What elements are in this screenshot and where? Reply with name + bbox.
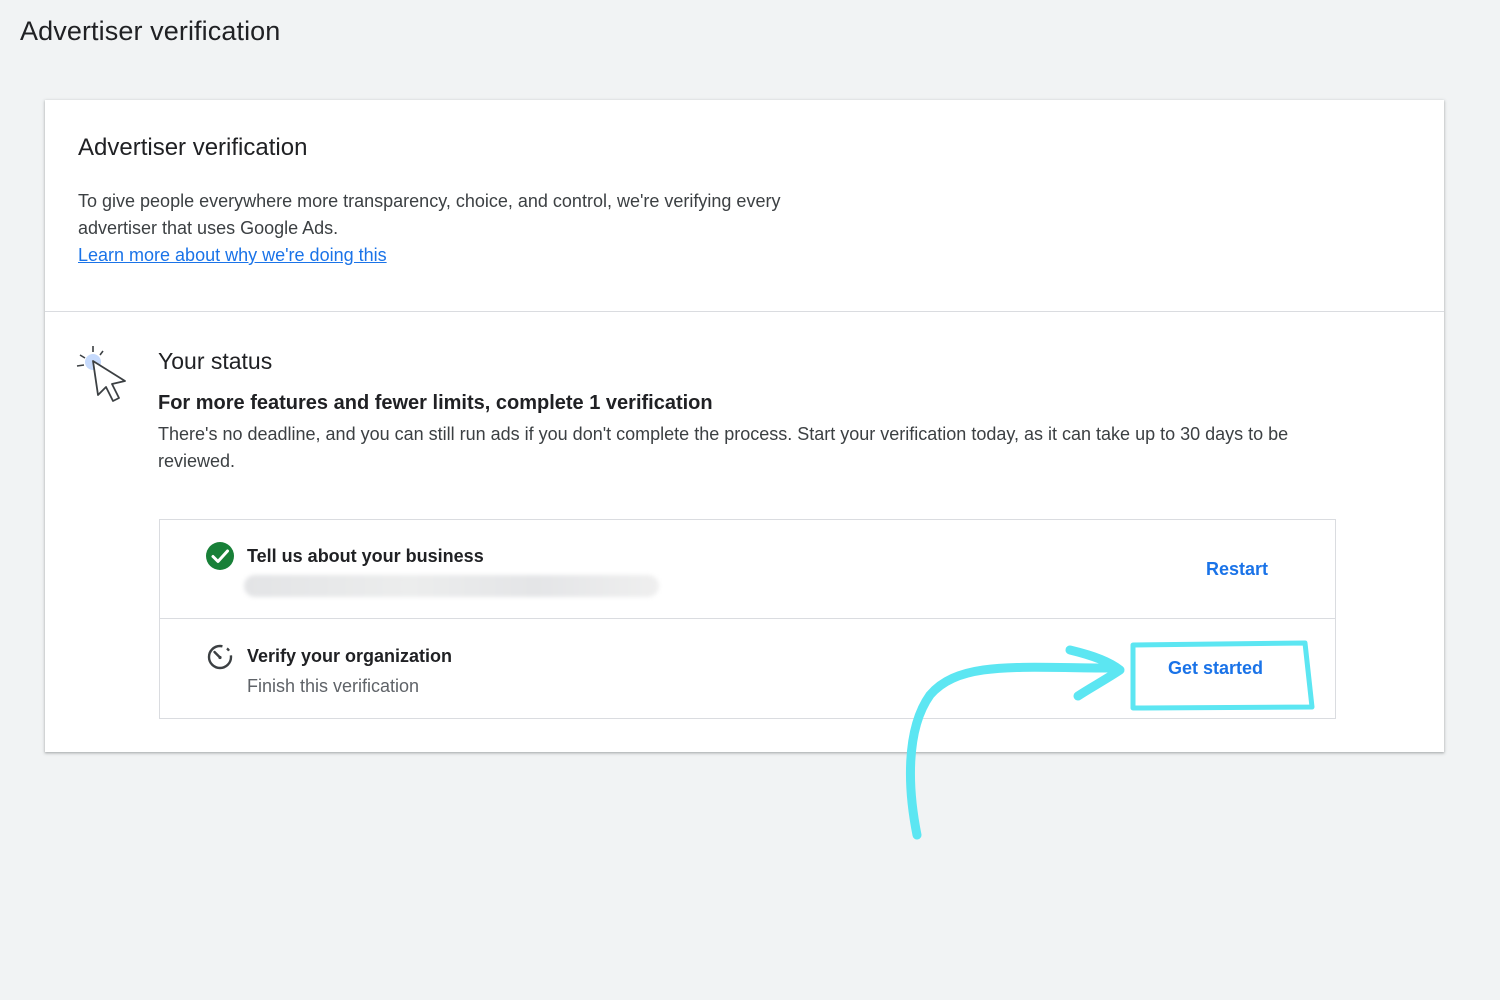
step-verify-organization: Verify your organization Finish this ver…: [160, 620, 1335, 719]
step-business-info: Tell us about your business Restart: [160, 520, 1335, 619]
blurred-business-detail: [244, 575, 659, 597]
step-subtitle: Finish this verification: [247, 676, 420, 696]
get-started-button[interactable]: Get started: [1168, 658, 1263, 679]
status-description: There's no deadline, and you can still r…: [158, 424, 1289, 471]
status-headline: For more features and fewer limits, comp…: [158, 392, 713, 414]
check-circle-icon: [206, 542, 234, 570]
cursor-click-icon: [76, 346, 126, 402]
step-title: Tell us about your business: [247, 546, 484, 566]
restart-button[interactable]: Restart: [1206, 559, 1268, 580]
learn-more-link[interactable]: Learn more about why we're doing this: [78, 242, 387, 269]
timer-icon: [207, 644, 233, 670]
verification-steps: Tell us about your business Restart Veri…: [159, 519, 1336, 719]
page-title: Advertiser verification: [20, 16, 281, 46]
verification-card: Advertiser verification To give people e…: [45, 100, 1444, 752]
status-title: Your status: [158, 348, 273, 374]
card-header: Advertiser verification To give people e…: [45, 100, 1444, 312]
card-description: To give people everywhere more transpare…: [78, 191, 781, 238]
step-title: Verify your organization: [247, 646, 453, 666]
card-title: Advertiser verification: [78, 134, 308, 161]
